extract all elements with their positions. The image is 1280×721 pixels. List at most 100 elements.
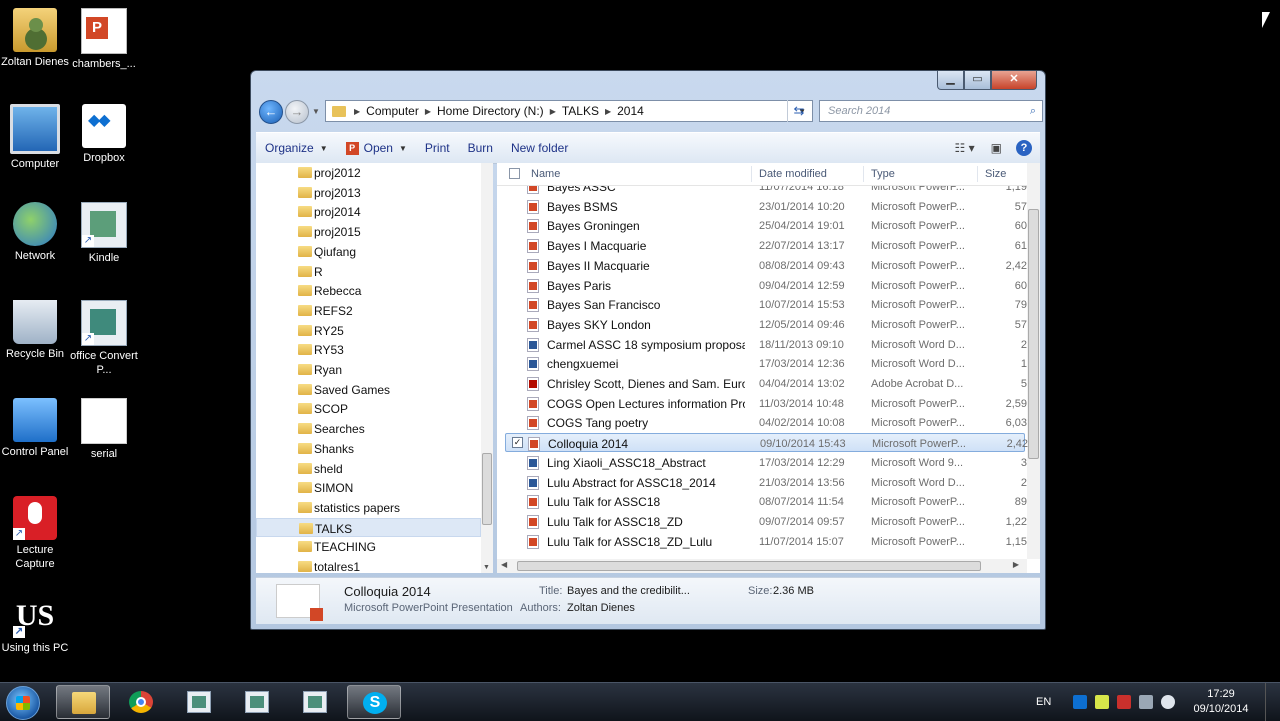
help-button[interactable]: ?	[1016, 140, 1032, 156]
scroll-left-icon[interactable]: ◀	[501, 560, 507, 569]
breadcrumb-chevron-icon[interactable]: ▶	[605, 107, 611, 116]
desktop-icon-dropbox[interactable]: Dropbox	[69, 104, 139, 165]
maximize-button[interactable]: ▭	[964, 71, 991, 90]
preview-pane-icon[interactable]: ▣	[983, 141, 1010, 155]
dropbox-tray-icon[interactable]	[1073, 695, 1088, 709]
back-button[interactable]: ←	[259, 100, 283, 124]
column-divider[interactable]	[863, 166, 864, 182]
file-row[interactable]: Lulu Abstract for ASSC18_2014 21/03/2014 …	[505, 473, 1027, 492]
scroll-right-icon[interactable]: ▶	[1013, 560, 1019, 569]
power-tray-icon[interactable]	[1139, 695, 1154, 709]
scrollbar-thumb[interactable]	[482, 453, 492, 525]
taskbar-app-2[interactable]	[230, 685, 284, 719]
search-icon[interactable]: ⌕	[1030, 101, 1036, 121]
print-button[interactable]: Print	[416, 141, 459, 155]
open-button[interactable]: P Open ▼	[337, 141, 416, 155]
nav-tree-item[interactable]: Saved Games	[256, 380, 481, 399]
file-row[interactable]: Bayes San Francisco 10/07/2014 15:53 Micro…	[505, 295, 1027, 314]
burn-button[interactable]: Burn	[459, 141, 502, 155]
file-row[interactable]: Bayes I Macquarie 22/07/2014 13:17 Microso…	[505, 236, 1027, 255]
file-row[interactable]: Lulu Talk for ASSC18_ZD 09/07/2014 09:57 M…	[505, 512, 1027, 531]
taskbar-explorer[interactable]	[56, 685, 110, 719]
refresh-button[interactable]: ⇆	[787, 100, 810, 122]
search-input[interactable]: Search 2014 ⌕	[819, 100, 1043, 122]
network-error-tray-icon[interactable]	[1117, 695, 1132, 709]
nav-tree-item[interactable]: proj2012	[256, 163, 481, 182]
file-row[interactable]: Carmel ASSC 18 symposium proposal 18/11/2…	[505, 335, 1027, 354]
clock[interactable]: 17:29 09/10/2014	[1186, 687, 1256, 717]
start-button[interactable]	[6, 686, 40, 720]
taskbar-app-1[interactable]	[172, 685, 226, 719]
taskbar-chrome[interactable]	[114, 685, 168, 719]
nav-tree-item[interactable]: Qiufang	[256, 242, 481, 261]
forward-button[interactable]: →	[285, 100, 309, 124]
row-checkbox[interactable]: ✓	[512, 437, 523, 449]
file-row[interactable]: COGS Open Lectures information Pro... 11/…	[505, 394, 1027, 413]
desktop-icon-kindle[interactable]: Kindle	[69, 202, 139, 265]
scroll-down-icon[interactable]: ▼	[483, 564, 490, 571]
nav-tree-item[interactable]: R	[256, 262, 481, 281]
address-bar[interactable]: ▶ Computer ▶ Home Directory (N:) ▶ TALKS…	[325, 100, 813, 122]
column-name[interactable]: Name	[531, 168, 560, 180]
nav-tree-item[interactable]: TALKS	[256, 517, 481, 537]
breadcrumb-chevron-icon[interactable]: ▶	[425, 107, 431, 116]
select-all-checkbox[interactable]	[509, 168, 520, 179]
nav-tree-item[interactable]: Shanks	[256, 439, 481, 458]
desktop-icon-control-panel[interactable]: Control Panel	[0, 398, 70, 459]
nav-tree-item[interactable]: RY53	[256, 340, 481, 359]
scrollbar-thumb[interactable]	[1028, 209, 1039, 459]
volume-icon[interactable]	[1161, 695, 1176, 709]
file-row[interactable]: Ling Xiaoli_ASSC18_Abstract 17/03/2014 12…	[505, 453, 1027, 472]
nav-tree-item[interactable]: TEACHING	[256, 537, 481, 556]
nav-tree-item[interactable]: Searches	[256, 419, 481, 438]
nav-tree-item[interactable]: proj2015	[256, 222, 481, 241]
column-divider[interactable]	[977, 166, 978, 182]
nav-tree-item[interactable]: proj2013	[256, 183, 481, 202]
column-divider[interactable]	[751, 166, 752, 182]
desktop-icon-zoltan-dienes[interactable]: Zoltan Dienes	[0, 8, 70, 69]
desktop-icon-office-convert[interactable]: office Convert P...	[69, 300, 139, 377]
file-row[interactable]: Bayes Paris 09/04/2014 12:59 Microsoft Pow…	[505, 276, 1027, 295]
desktop-icon-computer[interactable]: Computer	[0, 104, 70, 171]
view-options-icon[interactable]: ☷ ▾	[947, 141, 983, 155]
recent-pages-chevron-icon[interactable]: ▼	[312, 107, 320, 116]
organize-button[interactable]: Organize ▼	[256, 141, 337, 155]
desktop-icon-serial[interactable]: serial	[69, 398, 139, 461]
file-row[interactable]: Bayes BSMS 23/01/2014 10:20 Microsoft Powe…	[505, 197, 1027, 216]
new-folder-button[interactable]: New folder	[502, 141, 577, 155]
details-authors-value[interactable]: Zoltan Dienes	[567, 602, 635, 614]
file-list-scrollbar[interactable]	[1027, 163, 1040, 559]
close-button[interactable]: ✕	[991, 71, 1037, 90]
horizontal-scrollbar[interactable]: ◀ ▶	[497, 559, 1027, 573]
desktop-icon-lecture-capture[interactable]: Lecture Capture	[0, 496, 70, 571]
navigation-scrollbar[interactable]: ▼	[481, 163, 493, 573]
file-row[interactable]: Bayes II Macquarie 08/08/2014 09:43 Micros…	[505, 256, 1027, 275]
details-title-value[interactable]: Bayes and the credibilit...	[567, 585, 690, 597]
breadcrumb-computer[interactable]: Computer	[366, 104, 419, 118]
file-row[interactable]: Bayes Groningen 25/04/2014 19:01 Microsoft…	[505, 216, 1027, 235]
file-row[interactable]: ✓ Colloquia 2014 09/10/2014 15:43 Microsoft…	[505, 433, 1028, 453]
nav-tree-item[interactable]: proj2014	[256, 202, 481, 221]
nav-tree-item[interactable]: Rebecca	[256, 281, 481, 300]
column-size[interactable]: Size	[985, 168, 1006, 180]
nav-tree-item[interactable]: Ryan	[256, 360, 481, 379]
evernote-tray-icon[interactable]	[1095, 695, 1110, 709]
show-desktop-button[interactable]	[1265, 683, 1280, 721]
column-date-modified[interactable]: Date modified	[759, 168, 827, 180]
language-indicator[interactable]: EN	[1036, 696, 1051, 708]
nav-tree-item[interactable]: statistics papers	[256, 498, 481, 517]
desktop-icon-recycle-bin[interactable]: Recycle Bin	[0, 300, 70, 361]
desktop-icon-using-this-pc[interactable]: US Using this PC	[0, 594, 70, 655]
nav-tree-item[interactable]: RY25	[256, 321, 481, 340]
breadcrumb-talks[interactable]: TALKS	[562, 104, 599, 118]
breadcrumb-2014[interactable]: 2014	[617, 104, 644, 118]
breadcrumb-chevron-icon[interactable]: ▶	[550, 107, 556, 116]
desktop-icon-network[interactable]: Network	[0, 202, 70, 263]
file-row[interactable]: Lulu Talk for ASSC18_ZD_Lulu 11/07/2014 1…	[505, 532, 1027, 551]
file-row[interactable]: COGS Tang poetry 04/02/2014 10:08 Microsof…	[505, 413, 1027, 432]
file-row[interactable]: Chrisley Scott, Dienes and Sam. EuroS...…	[505, 374, 1027, 393]
file-row[interactable]: Lulu Talk for ASSC18 08/07/2014 11:54 Micr…	[505, 492, 1027, 511]
breadcrumb-home-directory[interactable]: Home Directory (N:)	[437, 104, 544, 118]
file-row[interactable]: Bayes SKY London 12/05/2014 09:46 Microsof…	[505, 315, 1027, 334]
nav-tree-item[interactable]: REFS2	[256, 301, 481, 320]
